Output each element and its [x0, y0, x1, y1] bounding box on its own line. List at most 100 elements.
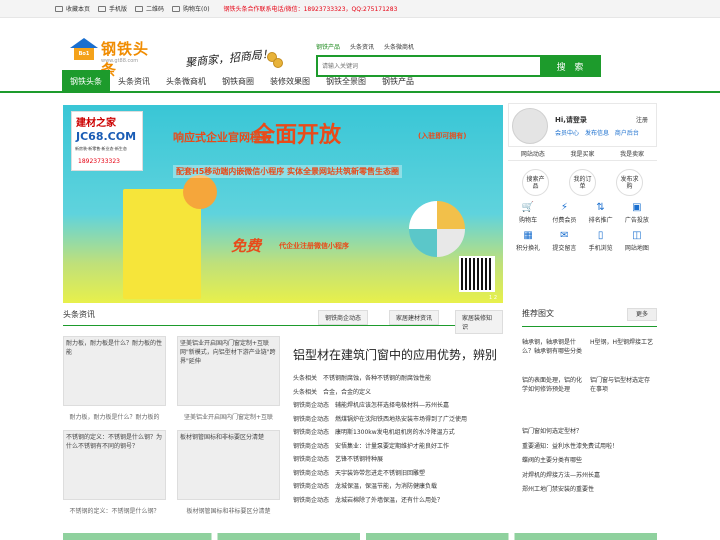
headline-link[interactable]: 铝型材在建筑门窗中的应用优势，辨别 — [293, 346, 497, 363]
tab-material-news[interactable]: 家居建材资讯 — [389, 310, 440, 325]
qrcode-link[interactable]: 二维码 — [135, 4, 164, 13]
top-bar: 收藏本页 手机版 二维码 购物车(0) 钢铁头条合作联系电话/微信：189237… — [0, 0, 720, 18]
site-logo[interactable]: Bo1 钢铁头条 www.gt88.com — [70, 36, 156, 79]
list-item[interactable]: 对焊机的焊接方法—苏州长嘉 — [522, 470, 657, 485]
more-button[interactable]: 更多 — [627, 308, 657, 321]
decor-circle — [183, 175, 217, 209]
tab-buyer[interactable]: 我是买家 — [558, 149, 608, 158]
avatar[interactable] — [512, 108, 548, 144]
recommend-panel: 推荐图文 更多 轴承钢，轴承钢是什么？轴承钢有哪些分类 H型钢，H型钢焊接工艺 … — [522, 308, 657, 493]
search-tab-micro[interactable]: 头条微商机 — [384, 42, 414, 51]
nav-item-micro[interactable]: 头条微商机 — [158, 70, 214, 93]
shortcut-cart[interactable]: 🛒 购物车 — [510, 202, 546, 224]
member-center-link[interactable]: 会员中心 — [555, 130, 579, 137]
vip-icon: ⚡ — [560, 202, 568, 213]
merchant-backend-link[interactable]: 商户后台 — [615, 130, 639, 137]
list-item[interactable]: 钢铁商企动态 安悟集业：计量泵要定期维护才能良好工作 — [293, 441, 513, 455]
banner-subtitle: 配套H5移动端内嵌微信小程序 实体全景网站共筑新零售生态圈 — [173, 165, 403, 178]
main-nav: 钢铁头条 头条资讯 头条微商机 钢铁商圈 装修效果图 钢铁全景图 钢铁产品 — [0, 70, 720, 93]
login-link[interactable]: Hi,请登录 — [555, 115, 587, 125]
list-item[interactable]: 蝶阀的主要分类有哪些 — [522, 455, 657, 470]
mobile-link[interactable]: 手机版 — [98, 4, 127, 13]
nav-item-circle[interactable]: 钢铁商圈 — [214, 70, 262, 93]
list-item[interactable]: 头条相关 合金，合金的定义 — [293, 387, 513, 401]
promo-contact-text: 钢铁头条合作联系电话/微信：18923733323，QQ:275171283 — [223, 6, 398, 13]
qrcode-image — [459, 256, 495, 292]
recommend-image-item[interactable]: 铝门窗与铝型材选定存在事项 — [590, 376, 655, 426]
news-caption[interactable]: 不锈钢的定义：不锈钢是什么钢？ — [63, 506, 166, 515]
post-info-link[interactable]: 发布信息 — [585, 130, 609, 137]
news-caption[interactable]: 耐力板，耐力板是什么？耐力板的 — [63, 412, 166, 421]
nav-item-panorama[interactable]: 钢铁全景图 — [318, 70, 374, 93]
list-item[interactable]: 头条相关 不锈钢耐腐蚀，各种不锈钢的耐腐蚀性能 — [293, 373, 513, 387]
tab-enterprise-news[interactable]: 钢铁商企动态 — [318, 310, 369, 325]
message-icon: ✉ — [560, 230, 569, 241]
news-image-item[interactable]: 坚美铝业开启国内门窗定制+互联网"新模式，向铝型材下游产业链"跨界"延伸 坚美铝… — [177, 336, 280, 421]
search-tab-news[interactable]: 头条资讯 — [350, 42, 374, 51]
ranking-icon: ⇅ — [596, 202, 605, 213]
list-item[interactable]: 钢铁商企动态 辅能焊机应该怎样选择电极材料—苏州长嘉 — [293, 400, 513, 414]
bookmark-icon — [55, 5, 63, 12]
logo-url: www.gt88.com — [101, 58, 139, 64]
tab-decor-knowledge[interactable]: 家居装修知识 — [455, 310, 503, 334]
shortcut-points[interactable]: ▦ 积分换礼 — [510, 230, 546, 252]
tab-seller[interactable]: 我是卖家 — [607, 149, 657, 158]
house-logo-icon: Bo1 — [70, 38, 98, 60]
news-caption[interactable]: 板材钢管国标和非标要区分清楚 — [177, 506, 280, 515]
beach-ball-image — [409, 201, 465, 257]
cart-icon — [172, 5, 181, 12]
phone-icon: ▯ — [597, 230, 604, 241]
nav-item-products[interactable]: 钢铁产品 — [374, 70, 422, 93]
bottom-banner-strip — [63, 533, 657, 540]
tab-site-news[interactable]: 网站动态 — [508, 149, 558, 158]
news-image-item[interactable]: 不锈钢的定义：不锈钢是什么钢？为什么不锈钢有不同的钢号？ 不锈钢的定义：不锈钢是… — [63, 430, 166, 515]
qrcode-icon — [135, 5, 144, 12]
list-item[interactable]: 钢铁商企动态 天宇装饰带您进走不锈钢旧回雕塑 — [293, 468, 513, 482]
shortcut-message[interactable]: ✉ 提交留言 — [546, 230, 582, 252]
list-item[interactable]: 郑州工地门禁安装的重要性 — [522, 484, 657, 499]
nav-item-decor[interactable]: 装修效果图 — [262, 70, 318, 93]
sitemap-icon: ◫ — [632, 230, 642, 241]
news-thumbnail: 耐力板，耐力板是什么？耐力板的性能 — [63, 336, 166, 406]
banner-free: 免费 — [231, 237, 262, 255]
section-title: 头条资讯 — [63, 310, 95, 319]
news-image-item[interactable]: 耐力板，耐力板是什么？耐力板的性能 耐力板，耐力板是什么？耐力板的 — [63, 336, 166, 421]
cart-icon: 🛒 — [521, 202, 535, 213]
my-orders-button[interactable]: 我的订单 — [569, 169, 596, 196]
news-image-item[interactable]: 板材钢管国标和非标要区分清楚 板材钢管国标和非标要区分清楚 — [177, 430, 280, 515]
news-thumbnail: 板材钢管国标和非标要区分清楚 — [177, 430, 280, 500]
nav-item-news[interactable]: 头条资讯 — [110, 70, 158, 93]
recommend-image-item[interactable]: 铝的表面处理，铝的化学如何修饰预处理 — [522, 376, 587, 426]
shortcut-mobile[interactable]: ▯ 手机浏览 — [583, 230, 619, 252]
ads-icon: ▣ — [632, 202, 642, 213]
banner-pager[interactable]: 1 2 — [489, 295, 497, 301]
nav-item-home[interactable]: 钢铁头条 — [62, 70, 110, 93]
list-item[interactable]: 钢铁商企动态 龙城保温，保温节能，为消防健康负载 — [293, 481, 513, 495]
news-section-header: 头条资讯 钢铁商企动态 家居建材资讯 家居装修知识 — [63, 306, 503, 334]
shortcut-vip[interactable]: ⚡ 付费会员 — [546, 202, 582, 224]
promo-banner[interactable]: 建材之家 JC68.COM 新房装·新零售·新业态·新生态 1892373332… — [63, 105, 503, 303]
register-link[interactable]: 注册 — [636, 115, 648, 124]
slogan-text: 聚商家，招商局！ — [184, 47, 274, 70]
jc68-logo: 建材之家 JC68.COM 新房装·新零售·新业态·新生态 1892373332… — [71, 111, 143, 171]
news-caption[interactable]: 坚美铝业开启国内门窗定制+互联 — [177, 412, 280, 421]
shortcut-ads[interactable]: ▣ 广告投放 — [619, 202, 655, 224]
list-item[interactable]: 钢铁商企动态 康明斯1300kw发电机组机房的水冷降温方式 — [293, 427, 513, 441]
list-item[interactable]: 钢铁商企动态 龙城岩棉除了外墙保温，还有什么用处？ — [293, 495, 513, 509]
bookmark-link[interactable]: 收藏本页 — [55, 4, 90, 13]
coin-icon — [273, 58, 283, 68]
shortcut-sitemap[interactable]: ◫ 网站地图 — [619, 230, 655, 252]
list-item[interactable]: 重要通知：益利水性漆免费试用啦！ — [522, 441, 657, 456]
list-item[interactable]: 铝门窗如何选定型材？ — [522, 426, 657, 441]
post-request-button[interactable]: 发布求购 — [616, 169, 643, 196]
search-products-button[interactable]: 搜索产品 — [522, 169, 549, 196]
recommend-list: 铝门窗如何选定型材？ 重要通知：益利水性漆免费试用啦！ 蝶阀的主要分类有哪些 对… — [522, 426, 657, 499]
list-item[interactable]: 钢铁商企动态 艺锋不锈钢特种展 — [293, 454, 513, 468]
user-panel: Hi,请登录 注册 会员中心 发布信息 商户后台 网站动态 我是买家 我是卖家 … — [508, 103, 657, 252]
cart-link[interactable]: 购物车(0) — [172, 4, 210, 13]
shortcut-ranking[interactable]: ⇅ 排名推广 — [583, 202, 619, 224]
news-list: 头条相关 不锈钢耐腐蚀，各种不锈钢的耐腐蚀性能 头条相关 合金，合金的定义 钢铁商企… — [293, 373, 513, 508]
search-tab-products[interactable]: 钢铁产品 — [316, 42, 340, 51]
list-item[interactable]: 钢铁商企动态 燃煤锅炉在沈阳铁西地热安装市场得到了广泛使用 — [293, 414, 513, 428]
gift-icon: ▦ — [523, 230, 533, 241]
